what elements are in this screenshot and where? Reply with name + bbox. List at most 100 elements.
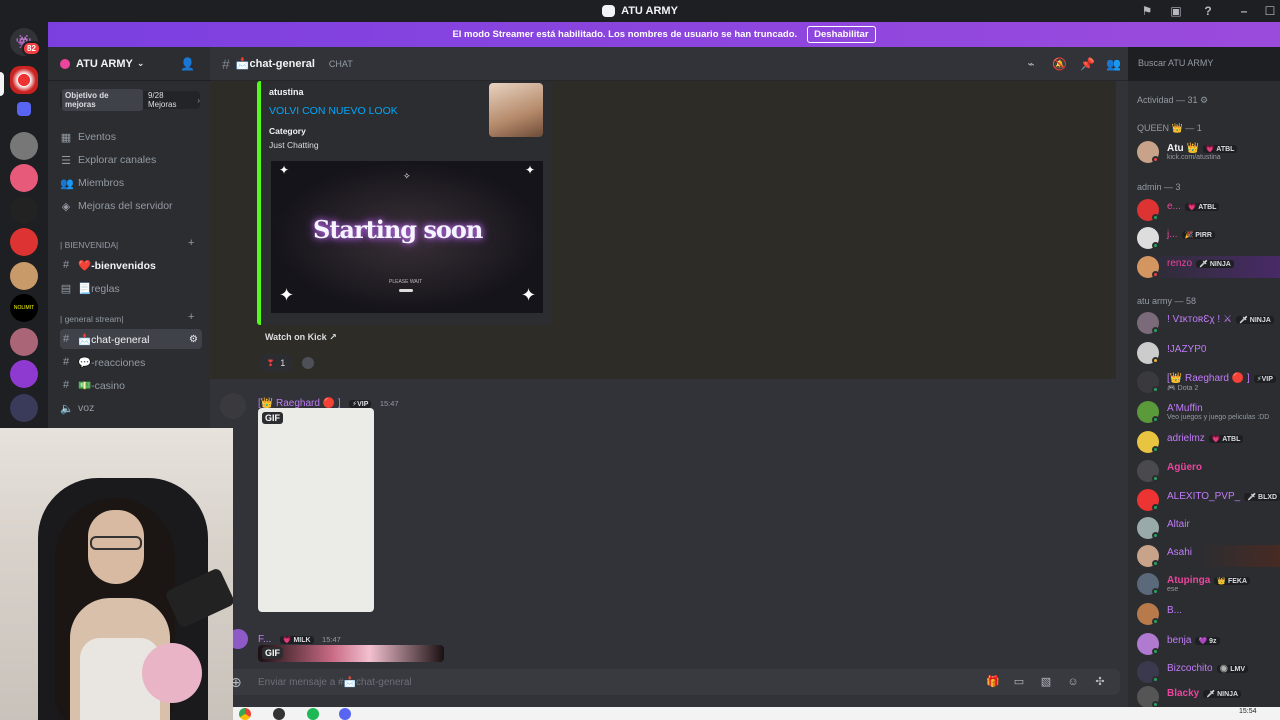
pin-icon[interactable]: 📌 [1080, 57, 1095, 71]
member-item[interactable]: Blacky 🗡 NINJA [1137, 686, 1280, 708]
invite-icon[interactable]: 👤 [180, 57, 195, 71]
server-icon-6[interactable]: NOLIMIT [10, 294, 38, 322]
embed-title-link[interactable]: VOLVI CON NUEVO LOOK [269, 105, 398, 117]
app-icon[interactable] [273, 708, 285, 720]
nav-members[interactable]: 👥 Miembros [60, 173, 202, 193]
add-channel-icon[interactable]: + [188, 311, 194, 323]
discord-logo-icon [602, 5, 616, 17]
gif-picker-icon[interactable]: ▭ [1013, 676, 1025, 688]
message-username[interactable]: F... [258, 634, 271, 645]
hash-icon: # [62, 333, 70, 345]
member-item[interactable]: ALEXITO_PVP_ 🗡 BLXD [1137, 489, 1280, 511]
channel-bienvenidos[interactable]: # ❤️-bienvenidos [60, 255, 202, 275]
embed-preview-image[interactable]: ✦ ✦ ✦ ✦ ✧ Starting soon PLEASE WAIT [271, 161, 543, 313]
banner-text: El modo Streamer está habilitado. Los no… [452, 29, 798, 40]
add-channel-icon[interactable]: + [188, 237, 194, 249]
server-icon-1[interactable] [10, 132, 38, 160]
watch-on-kick-button[interactable]: Watch on Kick ↗ [265, 332, 337, 343]
channel-reglas[interactable]: ▤ 📃reglas [60, 278, 202, 298]
status-idle-icon [1152, 357, 1159, 364]
member-list-icon[interactable]: 👥 [1106, 57, 1121, 71]
sparkle-icon: ✦ [279, 285, 295, 305]
server-atu-army[interactable] [10, 66, 38, 94]
server-header[interactable]: ATU ARMY ⌄ 👤 [48, 47, 210, 81]
apps-icon[interactable]: ✣ [1094, 676, 1106, 688]
activity-header[interactable]: Actividad — 31 ⚙ [1137, 95, 1208, 106]
minimize-icon[interactable]: – [1236, 3, 1252, 19]
member-status-text: kick.com/atustina [1167, 154, 1221, 161]
chrome-icon[interactable] [239, 708, 251, 720]
member-name: B... [1167, 605, 1183, 616]
sticker-icon[interactable]: ▧ [1040, 676, 1052, 688]
inbox-icon[interactable]: ⚑ [1139, 3, 1155, 19]
add-reaction-icon[interactable] [302, 357, 314, 369]
member-item[interactable]: [👑 Raeghard 🔴 ] ⚡VIP 🎮 Dota 2 [1137, 371, 1280, 393]
disable-streamer-mode-button[interactable]: Deshabilitar [807, 26, 876, 43]
channel-voz[interactable]: 🔈 voz [60, 398, 202, 418]
role-group-header: atu army — 58 [1137, 296, 1197, 306]
member-item[interactable]: Bizcochito 🔘 LMV [1137, 661, 1280, 683]
maximize-icon[interactable]: ☐ [1262, 3, 1278, 19]
role-tag: 🗡 BLXD [1244, 493, 1280, 501]
server-icon-9[interactable] [10, 394, 38, 422]
spotify-icon[interactable] [307, 708, 319, 720]
category-general-stream[interactable]: | general stream| [60, 314, 123, 324]
member-item[interactable]: Asahi [1137, 545, 1280, 567]
boost-goal[interactable]: Objetivo de mejoras 9/28 Mejoras › [60, 89, 200, 111]
channel-reacciones[interactable]: # 💬-reacciones [60, 352, 202, 372]
gift-icon[interactable]: 🎁 [986, 676, 1000, 688]
gif-attachment[interactable]: GIF [258, 408, 374, 612]
member-name: renzo 🗡 NINJA [1167, 258, 1234, 269]
member-item[interactable]: !JAZYP0 [1137, 342, 1280, 364]
channel-chat-general[interactable]: # 📩chat-general ⚙ [60, 329, 202, 349]
channel-casino[interactable]: # 💵-casino [60, 375, 202, 395]
member-item[interactable]: renzo 🗡 NINJA [1137, 256, 1280, 278]
nav-browse-channels[interactable]: ☰ Explorar canales [60, 150, 202, 170]
threads-icon[interactable]: ⌁ [1024, 57, 1038, 71]
chevron-right-icon: › [197, 95, 200, 105]
server-icon-2[interactable] [10, 164, 38, 192]
search-input[interactable]: Buscar ATU ARMY [1134, 53, 1274, 74]
avatar[interactable] [220, 393, 246, 419]
member-item[interactable]: e... 💗 ATBL [1137, 199, 1280, 221]
member-item[interactable]: Atu 👑 💗 ATBL kick.com/atustina [1137, 141, 1280, 163]
notifications-muted-icon[interactable]: 🔕 [1052, 57, 1067, 71]
role-tag: 🗡 NINJA [1203, 690, 1242, 698]
member-item[interactable]: Altair [1137, 517, 1280, 539]
help-icon[interactable]: ? [1200, 3, 1216, 19]
members-icon: 👥 [60, 177, 74, 190]
server-icon-4[interactable] [10, 228, 38, 256]
member-item[interactable]: Atupinga 👑 FEKA ese [1137, 573, 1280, 595]
emoji-icon[interactable]: ☺ [1067, 676, 1079, 688]
reaction-pill[interactable]: ❣ 1 [260, 354, 292, 372]
member-item[interactable]: adrielmz 💗 ATBL [1137, 431, 1280, 453]
speaker-icon: 🔈 [60, 402, 74, 415]
server-icon-5[interactable] [10, 262, 38, 290]
highlighted-message: atustina VOLVI CON NUEVO LOOK Category J… [210, 81, 1116, 379]
embed-thumbnail[interactable] [489, 83, 543, 137]
screen-icon[interactable]: ▣ [1168, 3, 1184, 19]
member-item[interactable]: j... 🎉 PIRR [1137, 227, 1280, 249]
member-status-text: Veo juegos y juego peliculas :DD [1167, 414, 1270, 421]
nav-server-boost[interactable]: ◈ Mejoras del servidor [60, 196, 202, 216]
folder-icon[interactable] [17, 102, 31, 116]
member-name: benja 💜 9z [1167, 635, 1220, 646]
role-tag: 💗 ATBL [1184, 203, 1220, 211]
member-item[interactable]: Agüero [1137, 460, 1280, 482]
member-item[interactable]: B... [1137, 603, 1280, 625]
channel-title: 📩chat-general [235, 58, 315, 70]
status-online-icon [1152, 475, 1159, 482]
settings-icon[interactable]: ⚙ [189, 334, 198, 345]
member-item[interactable]: ! VɪᴋᴛᴏʀƐχ ! ⚔ 🗡 NINJA [1137, 312, 1280, 334]
member-item[interactable]: benja 💜 9z [1137, 633, 1280, 655]
category-bienvenida[interactable]: | BIENVENIDA| [60, 240, 118, 250]
server-icon-7[interactable] [10, 328, 38, 356]
member-item[interactable]: A'Muffin Veo juegos y juego peliculas :DD [1137, 401, 1280, 423]
server-icon-3[interactable] [10, 196, 38, 224]
nav-events[interactable]: ▦ Eventos [60, 127, 202, 147]
discord-icon[interactable] [339, 708, 351, 720]
title-bar: ATU ARMY ⚑ ▣ ? – ☐ [0, 0, 1280, 22]
gif-attachment[interactable]: GIF [258, 645, 444, 662]
server-icon-8[interactable] [10, 360, 38, 388]
member-name: Atupinga 👑 FEKA [1167, 575, 1251, 586]
